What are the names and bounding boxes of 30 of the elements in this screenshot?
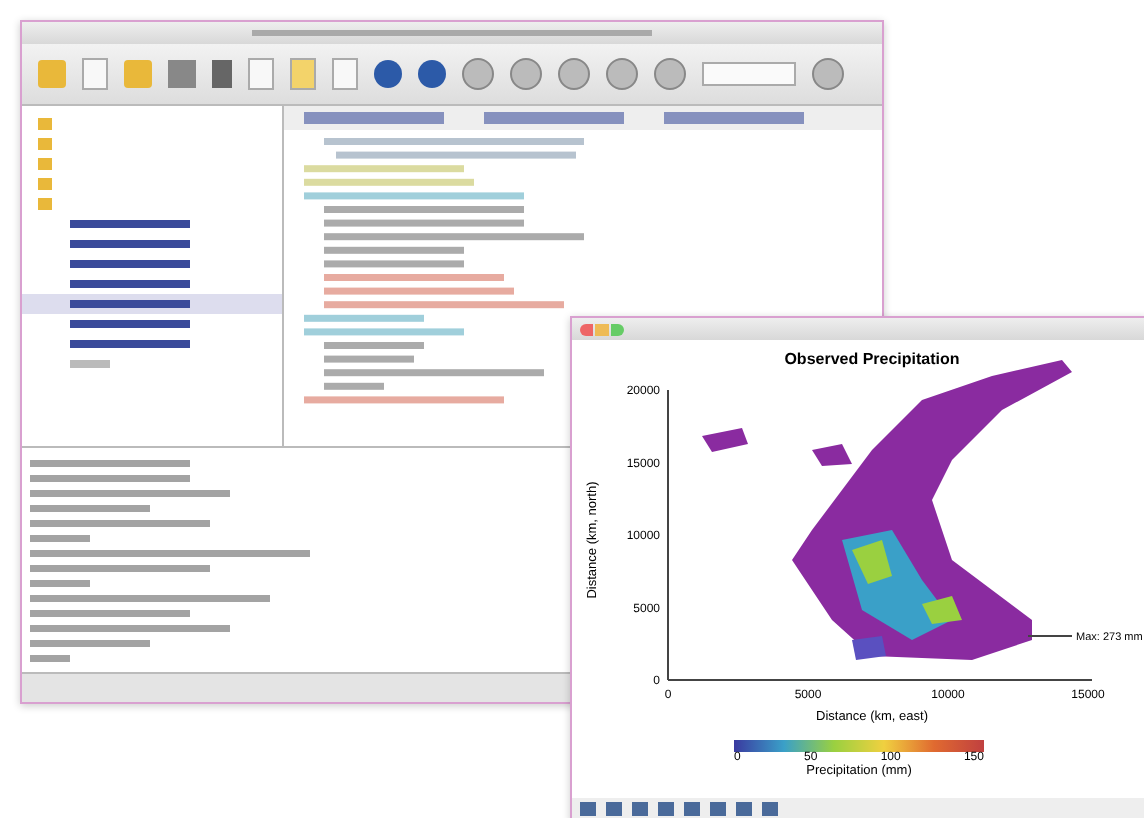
editor-tab[interactable] bbox=[304, 112, 444, 124]
window-buttons-icon[interactable] bbox=[580, 323, 624, 335]
round-tool-icon[interactable] bbox=[558, 58, 590, 90]
editor-tab[interactable] bbox=[484, 112, 624, 124]
field-tool-icon[interactable] bbox=[702, 62, 796, 86]
file-icon bbox=[70, 300, 190, 308]
file-icon bbox=[70, 240, 190, 248]
file-icon bbox=[70, 280, 190, 288]
editor-tab[interactable] bbox=[664, 112, 804, 124]
folder-tool-icon[interactable] bbox=[38, 60, 66, 88]
folder-tool-icon[interactable] bbox=[124, 60, 152, 88]
doc-icon bbox=[70, 360, 110, 368]
round-tool-icon[interactable] bbox=[812, 58, 844, 90]
plot-title: Observed Precipitation bbox=[784, 350, 960, 368]
doc-tool-icon[interactable] bbox=[332, 58, 358, 90]
note-tool-icon[interactable] bbox=[290, 58, 316, 90]
file-icon bbox=[70, 220, 190, 228]
file-icon bbox=[70, 260, 190, 268]
round-tool-icon[interactable] bbox=[510, 58, 542, 90]
cut-tool-icon[interactable] bbox=[212, 60, 232, 88]
round-tool-icon[interactable] bbox=[606, 58, 638, 90]
tree-item[interactable] bbox=[22, 294, 282, 314]
file-icon bbox=[70, 340, 190, 348]
save-tool-icon[interactable] bbox=[168, 60, 196, 88]
leader-line bbox=[1027, 635, 1073, 637]
doc-tool-icon[interactable] bbox=[248, 58, 274, 90]
round-tool-icon[interactable] bbox=[462, 58, 494, 90]
round-tool-icon[interactable] bbox=[654, 58, 686, 90]
doc-tool-icon[interactable] bbox=[82, 58, 108, 90]
file-icon bbox=[70, 320, 190, 328]
